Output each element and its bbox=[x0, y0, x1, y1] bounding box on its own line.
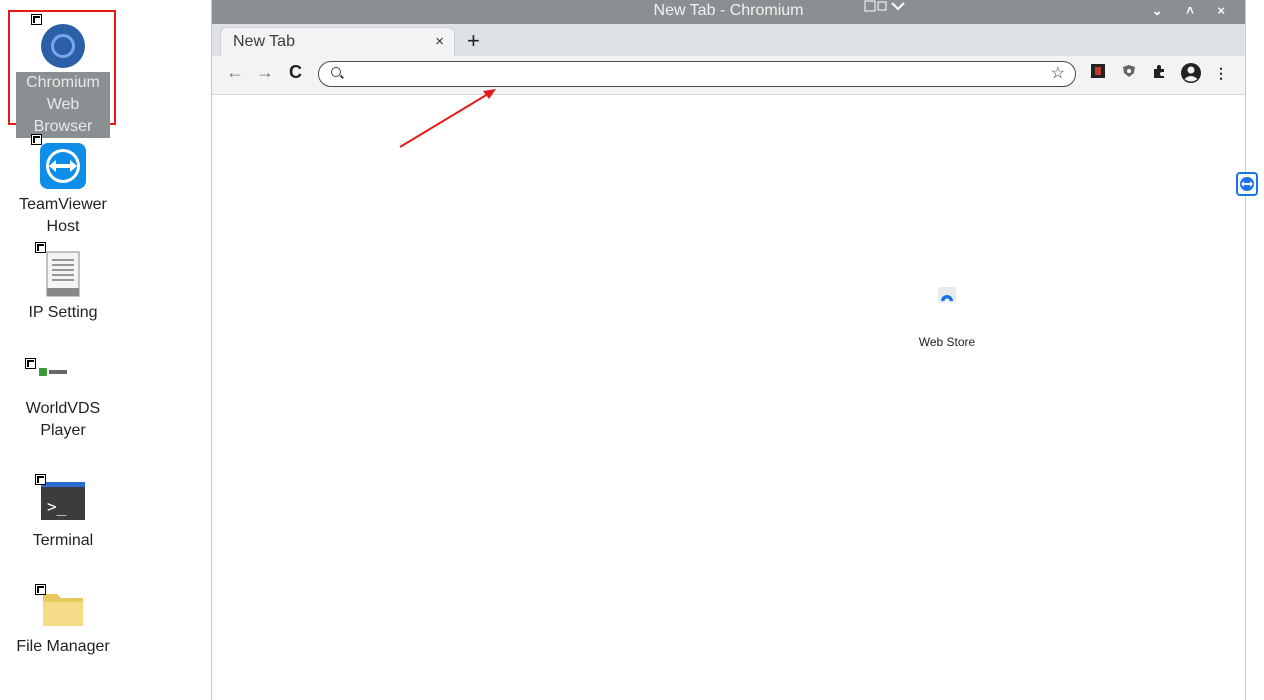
annotation-arrow-icon bbox=[399, 89, 496, 148]
